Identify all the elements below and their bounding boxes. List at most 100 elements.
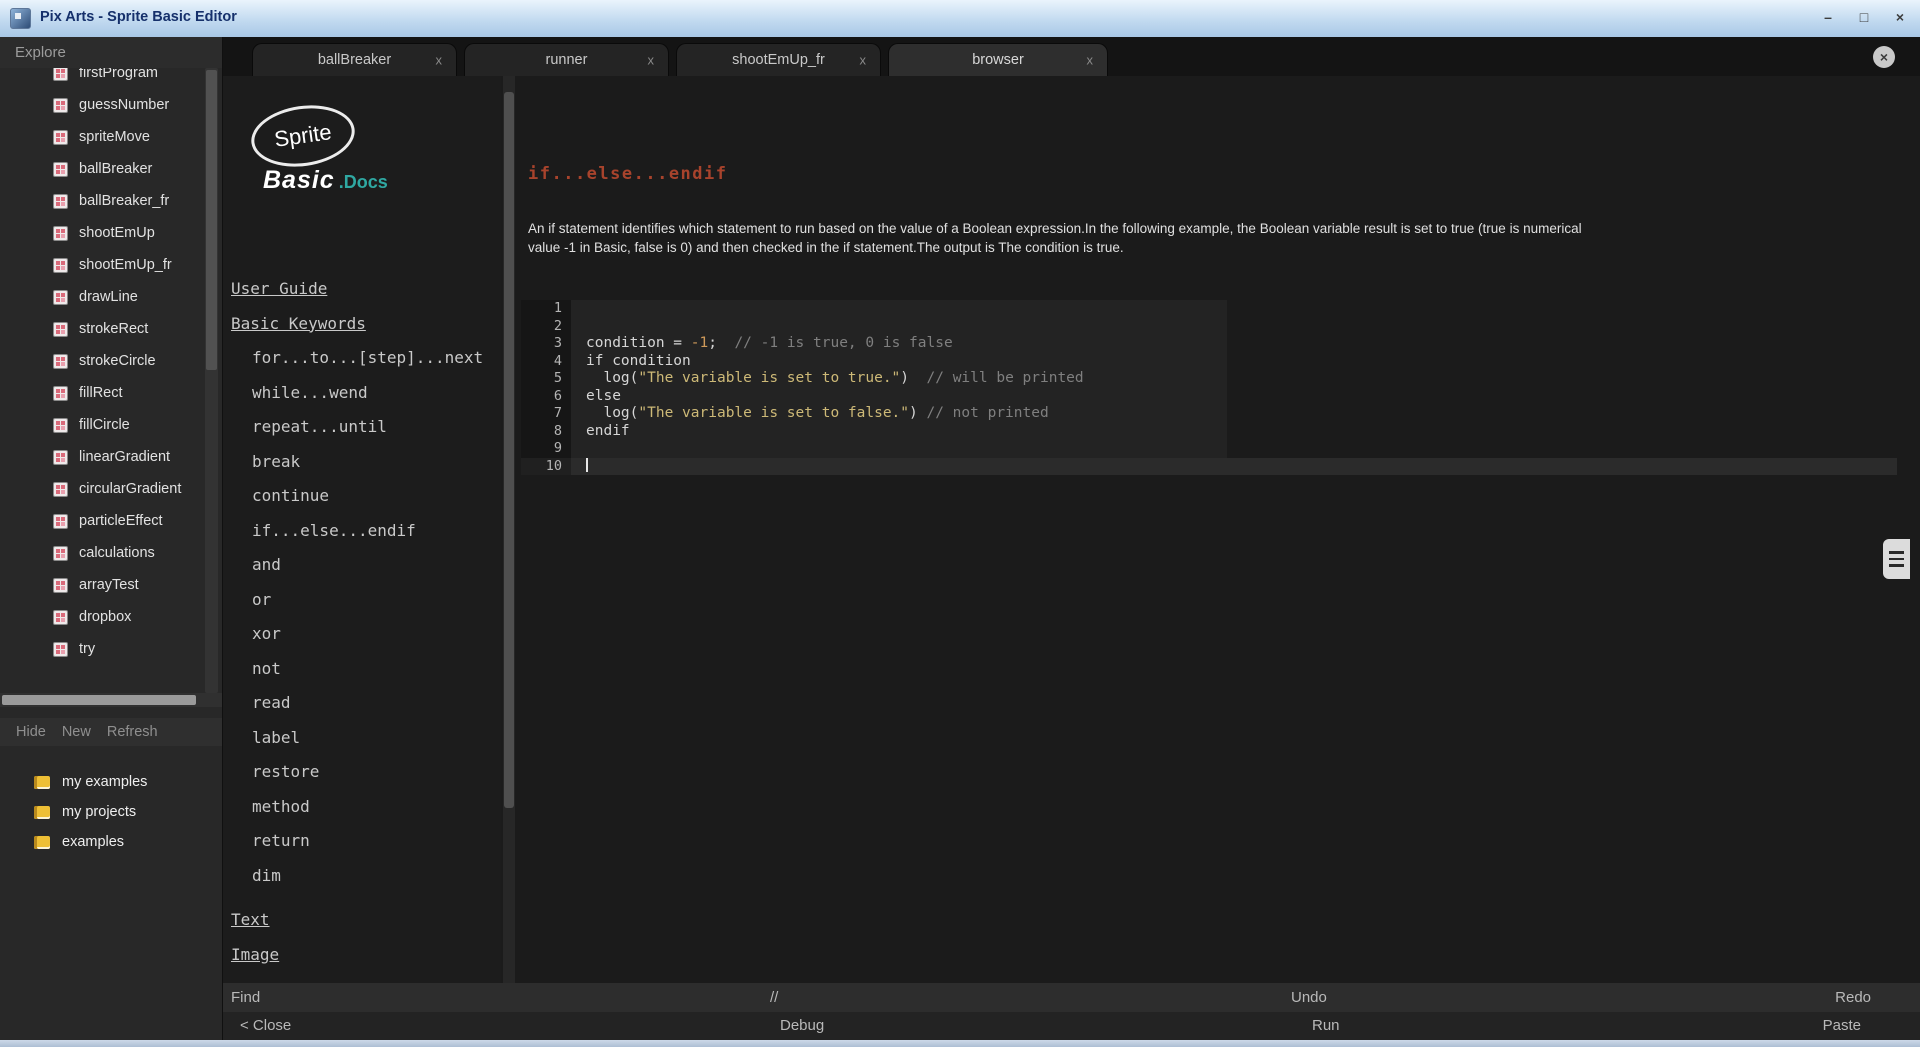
code-text: if condition [571,352,1227,370]
redo-button[interactable]: Redo [1835,983,1871,1012]
docs-nav-xor[interactable]: xor [223,617,501,652]
tab-close-icon[interactable]: x [1087,53,1094,68]
tab-strip: ballBreaker x runner x shootEmUp_fr x browser x [252,43,1108,76]
docs-nav-or[interactable]: or [223,583,501,618]
undo-button[interactable]: Undo [1291,983,1327,1012]
line-number: 7 [521,405,571,423]
file-item-firstprogram[interactable]: firstProgram [0,68,200,89]
side-panel-handle[interactable] [1883,539,1910,579]
docs-nav-user-guide[interactable]: User Guide [223,272,501,307]
code-line-7[interactable]: 7 log("The variable is set to false.") /… [521,405,1897,423]
file-item-strokecircle[interactable]: strokeCircle [0,345,200,377]
explorer-action-hide[interactable]: Hide [16,724,46,740]
file-item-particleeffect[interactable]: particleEffect [0,505,200,537]
doc-title: if...else...endif [528,164,728,184]
docs-nav-text[interactable]: Text [223,903,501,938]
file-icon [53,225,68,241]
action-bar: < Close Debug Run Paste [223,1012,1920,1040]
book-icon [34,835,50,849]
tab-browser[interactable]: browser x [888,43,1108,76]
line-number: 8 [521,422,571,440]
tab-label: browser [972,52,1024,68]
code-line-2[interactable]: 2 [521,317,1897,335]
scrollbar-thumb[interactable] [206,70,217,370]
docs-nav-if-else-endif[interactable]: if...else...endif [223,514,501,549]
docs-nav-label[interactable]: label [223,721,501,756]
folder-my-examples[interactable]: my examples [0,767,222,797]
file-item-ballbreaker-fr[interactable]: ballBreaker_fr [0,185,200,217]
code-line-10[interactable]: 10 [521,457,1897,475]
docs-nav-restore[interactable]: restore [223,755,501,790]
run-button[interactable]: Run [1312,1012,1340,1040]
code-line-8[interactable]: 8 endif [521,422,1897,440]
docs-nav-while-wend[interactable]: while...wend [223,376,501,411]
explorer-header: Explore [0,37,222,68]
tab-close-icon[interactable]: x [436,53,443,68]
file-item-dropbox[interactable]: dropbox [0,601,200,633]
tab-ballbreaker[interactable]: ballBreaker x [252,43,457,76]
tab-close-icon[interactable]: x [648,53,655,68]
docs-nav-read[interactable]: read [223,686,501,721]
explorer-action-new[interactable]: New [62,724,91,740]
file-label: linearGradient [79,449,171,465]
code-line-4[interactable]: 4 if condition [521,352,1897,370]
docs-nav-and[interactable]: and [223,548,501,583]
paste-button[interactable]: Paste [1823,1012,1861,1040]
file-item-fillcircle[interactable]: fillCircle [0,409,200,441]
file-item-shootemup[interactable]: shootEmUp [0,217,200,249]
file-item-arraytest[interactable]: arrayTest [0,569,200,601]
docs-nav-break[interactable]: break [223,445,501,480]
scrollbar-thumb[interactable] [2,695,196,705]
app-icon [10,8,31,29]
docs-nav-return[interactable]: return [223,824,501,859]
docs-nav-repeat-until[interactable]: repeat...until [223,410,501,445]
docs-nav-not[interactable]: not [223,652,501,687]
explorer-action-refresh[interactable]: Refresh [107,724,158,740]
maximize-button[interactable]: □ [1852,6,1876,29]
docs-vertical-scrollbar[interactable] [503,76,515,983]
code-line-5[interactable]: 5 log("The variable is set to true.") //… [521,370,1897,388]
code-line-1[interactable]: 1 [521,300,1897,318]
sidebar-horizontal-scrollbar[interactable] [0,693,222,707]
minimize-button[interactable]: – [1816,6,1840,29]
file-icon [53,577,68,593]
line-number: 9 [521,440,571,458]
close-all-tabs-button[interactable]: × [1873,46,1895,68]
debug-button[interactable]: Debug [780,1012,824,1040]
file-item-shootemup-fr[interactable]: shootEmUp_fr [0,249,200,281]
tab-close-icon[interactable]: x [860,53,867,68]
file-item-try[interactable]: try [0,633,200,665]
file-item-ballbreaker[interactable]: ballBreaker [0,153,200,185]
tab-runner[interactable]: runner x [464,43,669,76]
code-text [571,300,1227,318]
file-item-guessnumber[interactable]: guessNumber [0,89,200,121]
file-item-strokerect[interactable]: strokeRect [0,313,200,345]
close-button[interactable]: × [1888,6,1912,29]
docs-nav-for-to-step-next[interactable]: for...to...[step]...next [223,341,501,376]
docs-nav-continue[interactable]: continue [223,479,501,514]
code-line-9[interactable]: 9 [521,440,1897,458]
code-line-3[interactable]: 3 condition = -1; // -1 is true, 0 is fal… [521,335,1897,353]
code-line-6[interactable]: 6 else [521,387,1897,405]
file-item-calculations[interactable]: calculations [0,537,200,569]
scrollbar-thumb[interactable] [504,92,514,808]
file-item-lineargradient[interactable]: linearGradient [0,441,200,473]
hamburger-icon [1889,551,1904,554]
code-editor[interactable]: 1 2 3 condition = -1; // -1 is true, 0 is f… [521,300,1897,475]
docs-nav-image[interactable]: Image [223,938,501,973]
docs-nav-dim[interactable]: dim [223,859,501,894]
close-document-button[interactable]: < Close [240,1012,291,1040]
docs-nav-list: User Guide Basic Keywords for...to...[step… [223,272,501,972]
file-item-drawline[interactable]: drawLine [0,281,200,313]
tab-shootemup-fr[interactable]: shootEmUp_fr x [676,43,881,76]
folder-my-projects[interactable]: my projects [0,797,222,827]
find-button[interactable]: Find [231,983,260,1012]
file-item-spritemove[interactable]: spriteMove [0,121,200,153]
docs-nav-method[interactable]: method [223,790,501,825]
docs-nav-basic-keywords[interactable]: Basic Keywords [223,307,501,342]
file-item-circulargradient[interactable]: circularGradient [0,473,200,505]
file-item-fillrect[interactable]: fillRect [0,377,200,409]
sidebar-vertical-scrollbar[interactable] [205,68,218,693]
folder-examples[interactable]: examples [0,827,222,857]
line-number: 5 [521,370,571,388]
